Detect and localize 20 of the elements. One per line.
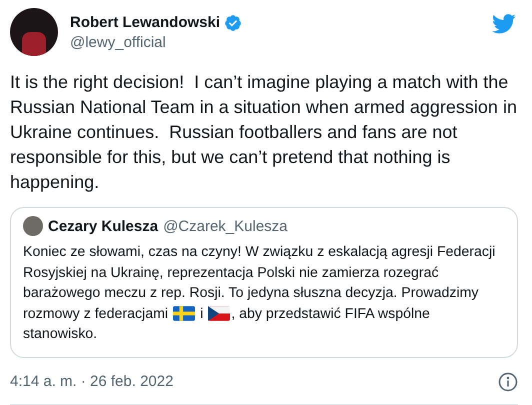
quoted-tweet-card[interactable] bbox=[10, 207, 518, 358]
flag-icon bbox=[173, 306, 196, 322]
quoted-text: rozmowy z federacjami bbox=[23, 304, 168, 324]
avatar[interactable] bbox=[10, 8, 58, 56]
quoted-author-name[interactable]: Cezary Kulesza bbox=[48, 218, 158, 234]
flag-icon bbox=[208, 306, 230, 322]
quoted-text: Rosyjskiej na Ukrainę, reprezentacja Polski nie zamierza rozegrać bbox=[23, 264, 439, 282]
timestamp[interactable]: 4:14 a. m. · 26 feb. 2022 bbox=[10, 373, 174, 390]
quoted-text: Koniec ze słowami, czas na czyny! W związku z eskalacją agresji Federacji bbox=[23, 243, 496, 262]
bird-logo-icon[interactable] bbox=[492, 14, 516, 34]
author-handle[interactable]: @lewy_official bbox=[70, 34, 480, 50]
tweet-text: It is the right decision! I can’t imagine playing a match with the Russian National Team in a situation when armed aggression in Ukraine continues. Russian footballers and fans are not responsible for this, but we can’t pretend that nothing is happening. bbox=[10, 71, 518, 194]
author-name[interactable]: Robert Lewandowski bbox=[70, 14, 220, 31]
quoted-text: stanowisko. bbox=[23, 325, 98, 344]
quoted-text: barażowego meczu z rep. Rosji. To jedyna słuszna decyzja. Prowadzimy bbox=[23, 284, 479, 303]
quoted-avatar[interactable] bbox=[23, 216, 43, 236]
quoted-text: i bbox=[200, 304, 204, 324]
quoted-author-handle[interactable]: @Czarek_Kulesza bbox=[163, 218, 288, 234]
info-icon[interactable] bbox=[498, 372, 518, 392]
quoted-text: , aby przedstawić FIFA wspólne bbox=[231, 304, 430, 324]
